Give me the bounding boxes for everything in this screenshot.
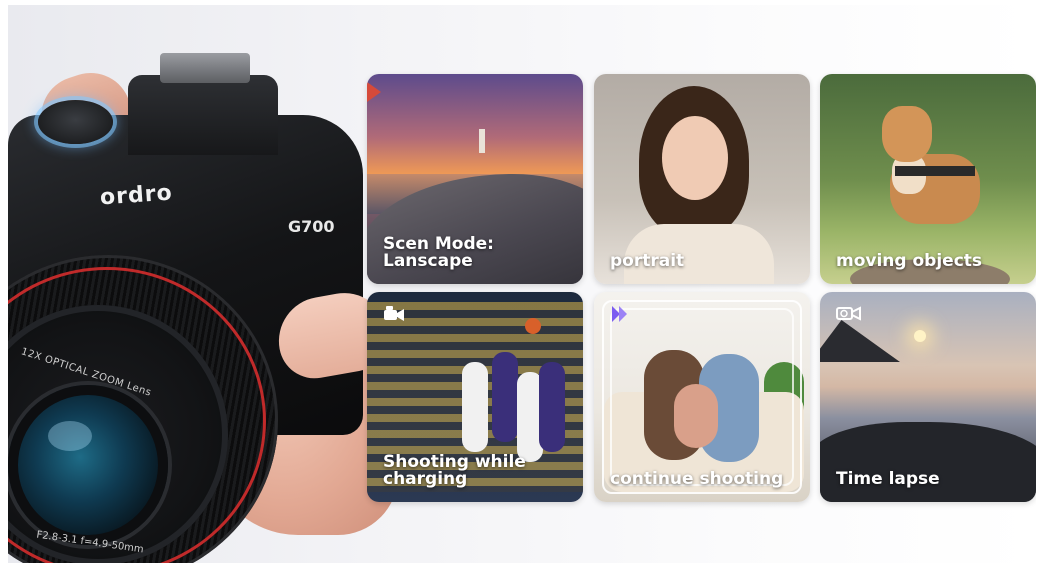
tile-label: moving objects	[836, 251, 983, 271]
tile-moving-objects: moving objects	[820, 74, 1036, 284]
tile-label: Time lapse	[836, 469, 940, 489]
basketball	[525, 318, 541, 334]
lens-glass	[8, 385, 168, 545]
tile-shooting-while-charging: Shooting while charging	[367, 292, 583, 502]
timelapse-camera-icon	[836, 304, 862, 326]
model-label: G700	[288, 217, 335, 236]
burst-icon	[610, 304, 634, 328]
tile-landscape: Scen Mode: Lanscape	[367, 74, 583, 284]
lighthouse	[479, 129, 485, 153]
headland	[820, 320, 900, 362]
rocks	[820, 422, 1036, 502]
tile-portrait: portrait	[594, 74, 810, 284]
tile-continue-shooting: continue shooting	[594, 292, 810, 502]
girl-face	[662, 116, 728, 200]
tile-label: continue shooting	[610, 469, 784, 489]
brand-logo: ordro	[99, 180, 174, 211]
player	[539, 362, 565, 452]
tile-label: Scen Mode: Lanscape	[383, 234, 494, 271]
camera-prism	[128, 75, 278, 155]
camera-photo: ordro G700 12X OPTICAL ZOOM Lens F2.8-3.…	[8, 5, 428, 563]
tile-label: portrait	[610, 251, 685, 271]
hotshoe	[160, 53, 250, 83]
product-banner: ordro G700 12X OPTICAL ZOOM Lens F2.8-3.…	[8, 5, 1036, 563]
dog-harness	[895, 166, 975, 176]
player	[462, 362, 488, 452]
dog-head	[882, 106, 932, 162]
player	[492, 352, 518, 442]
tile-time-lapse: Time lapse	[820, 292, 1036, 502]
sun	[914, 330, 926, 342]
tile-label: Shooting while charging	[383, 452, 526, 489]
flag-shape	[367, 82, 381, 102]
video-camera-icon	[383, 304, 405, 326]
mode-dial	[38, 100, 113, 144]
burst-frame	[610, 308, 794, 486]
